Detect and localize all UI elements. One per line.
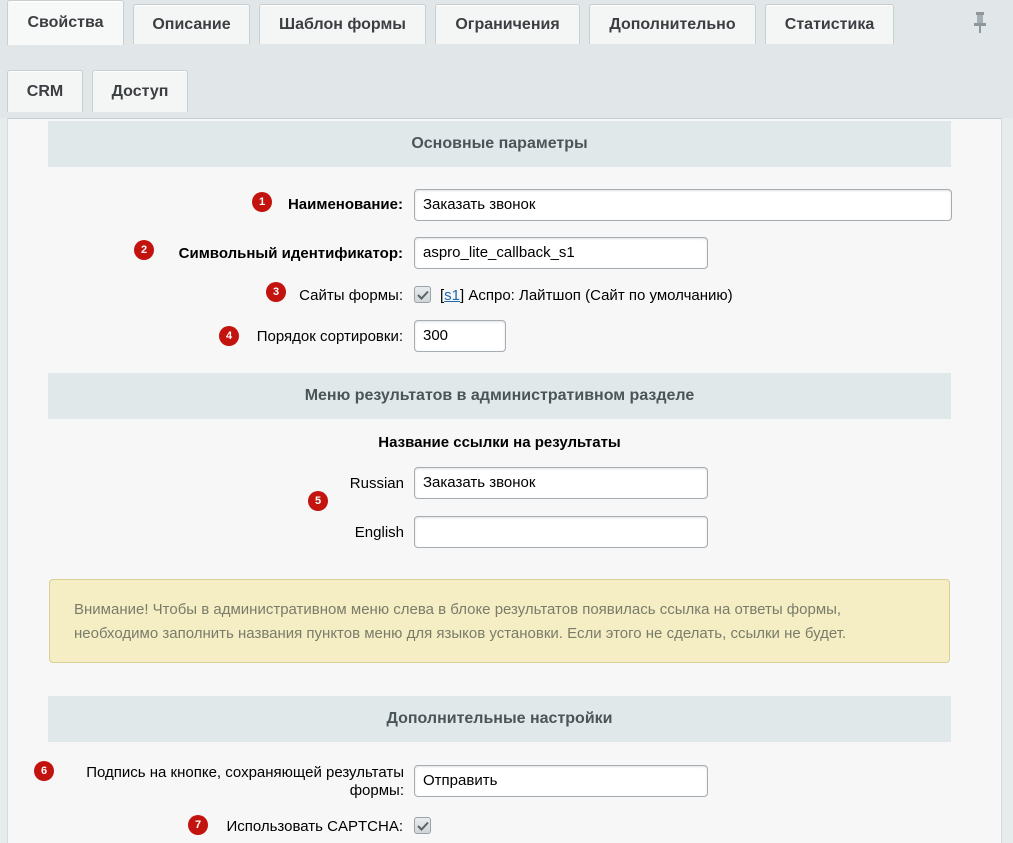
section-header-menu: Меню результатов в административном разд… [48, 373, 951, 419]
russian-label: Russian [349, 475, 404, 492]
tab-additional[interactable]: Дополнительно [589, 4, 756, 44]
sites-label: Сайты формы: [299, 287, 403, 304]
tab-label: Доступ [111, 82, 169, 100]
button-caption-label: Подпись на кнопке, сохраняющей результат… [55, 764, 404, 800]
sid-input[interactable]: aspro_lite_callback_s1 [414, 237, 708, 269]
english-input[interactable] [414, 516, 708, 548]
tab-label: CRM [26, 82, 64, 100]
tab-description[interactable]: Описание [133, 4, 250, 44]
sid-label: Символьный идентификатор: [178, 245, 403, 262]
name-input[interactable]: Заказать звонок [414, 189, 952, 221]
badge-5: 5 [308, 491, 328, 511]
tab-restrictions[interactable]: Ограничения [435, 4, 580, 44]
captcha-label: Использовать CAPTCHA: [226, 818, 403, 835]
tab-crm[interactable]: CRM [7, 70, 83, 112]
tab-label: Ограничения [455, 15, 560, 33]
tab-properties[interactable]: Свойства [7, 0, 124, 45]
badge-6: 6 [34, 761, 54, 781]
tab-label: Дополнительно [609, 15, 736, 33]
tab-label: Описание [152, 15, 231, 33]
check-icon [416, 290, 429, 300]
sort-input[interactable]: 300 [414, 320, 506, 352]
name-label: Наименование: [287, 196, 403, 213]
site-s1-link[interactable]: s1 [444, 287, 460, 304]
button-caption-label-line-1: Подпись на кнопке, сохраняющей результат… [86, 764, 404, 781]
tab-label: Статистика [784, 15, 875, 33]
sort-label: Порядок сортировки: [256, 328, 403, 345]
button-caption-label-line-2: формы: [349, 782, 404, 799]
section-header-extra: Дополнительные настройки [48, 696, 951, 742]
results-link-subheading: Название ссылки на результаты [378, 434, 621, 451]
captcha-checkbox[interactable] [414, 817, 431, 834]
tab-bar: Свойства Описание Шаблон формы Ограничен… [0, 0, 1013, 118]
tab-label: Шаблон формы [279, 15, 406, 33]
check-icon [416, 821, 429, 831]
section-header-basic: Основные параметры [48, 121, 951, 167]
tab-label: Свойства [27, 14, 104, 31]
russian-input[interactable]: Заказать звонок [414, 467, 708, 499]
notice-line-2: необходимо заполнить названия пунктов ме… [74, 625, 847, 642]
notice-line-1: Внимание! Чтобы в административном меню … [74, 601, 842, 618]
site-s1-text: [s1] Аспро: Лайтшоп (Сайт по умолчанию) [440, 287, 733, 304]
tab-statistics[interactable]: Статистика [765, 4, 894, 44]
english-label: English [354, 524, 404, 541]
pin-icon[interactable] [970, 10, 990, 34]
site-s1-checkbox[interactable] [414, 286, 431, 303]
warning-notice: Внимание! Чтобы в административном меню … [49, 579, 950, 663]
site-description: ] Аспро: Лайтшоп (Сайт по умолчанию) [460, 287, 733, 304]
button-caption-input[interactable]: Отправить [414, 765, 708, 797]
tab-access[interactable]: Доступ [92, 70, 188, 112]
tab-form-template[interactable]: Шаблон формы [259, 4, 426, 44]
